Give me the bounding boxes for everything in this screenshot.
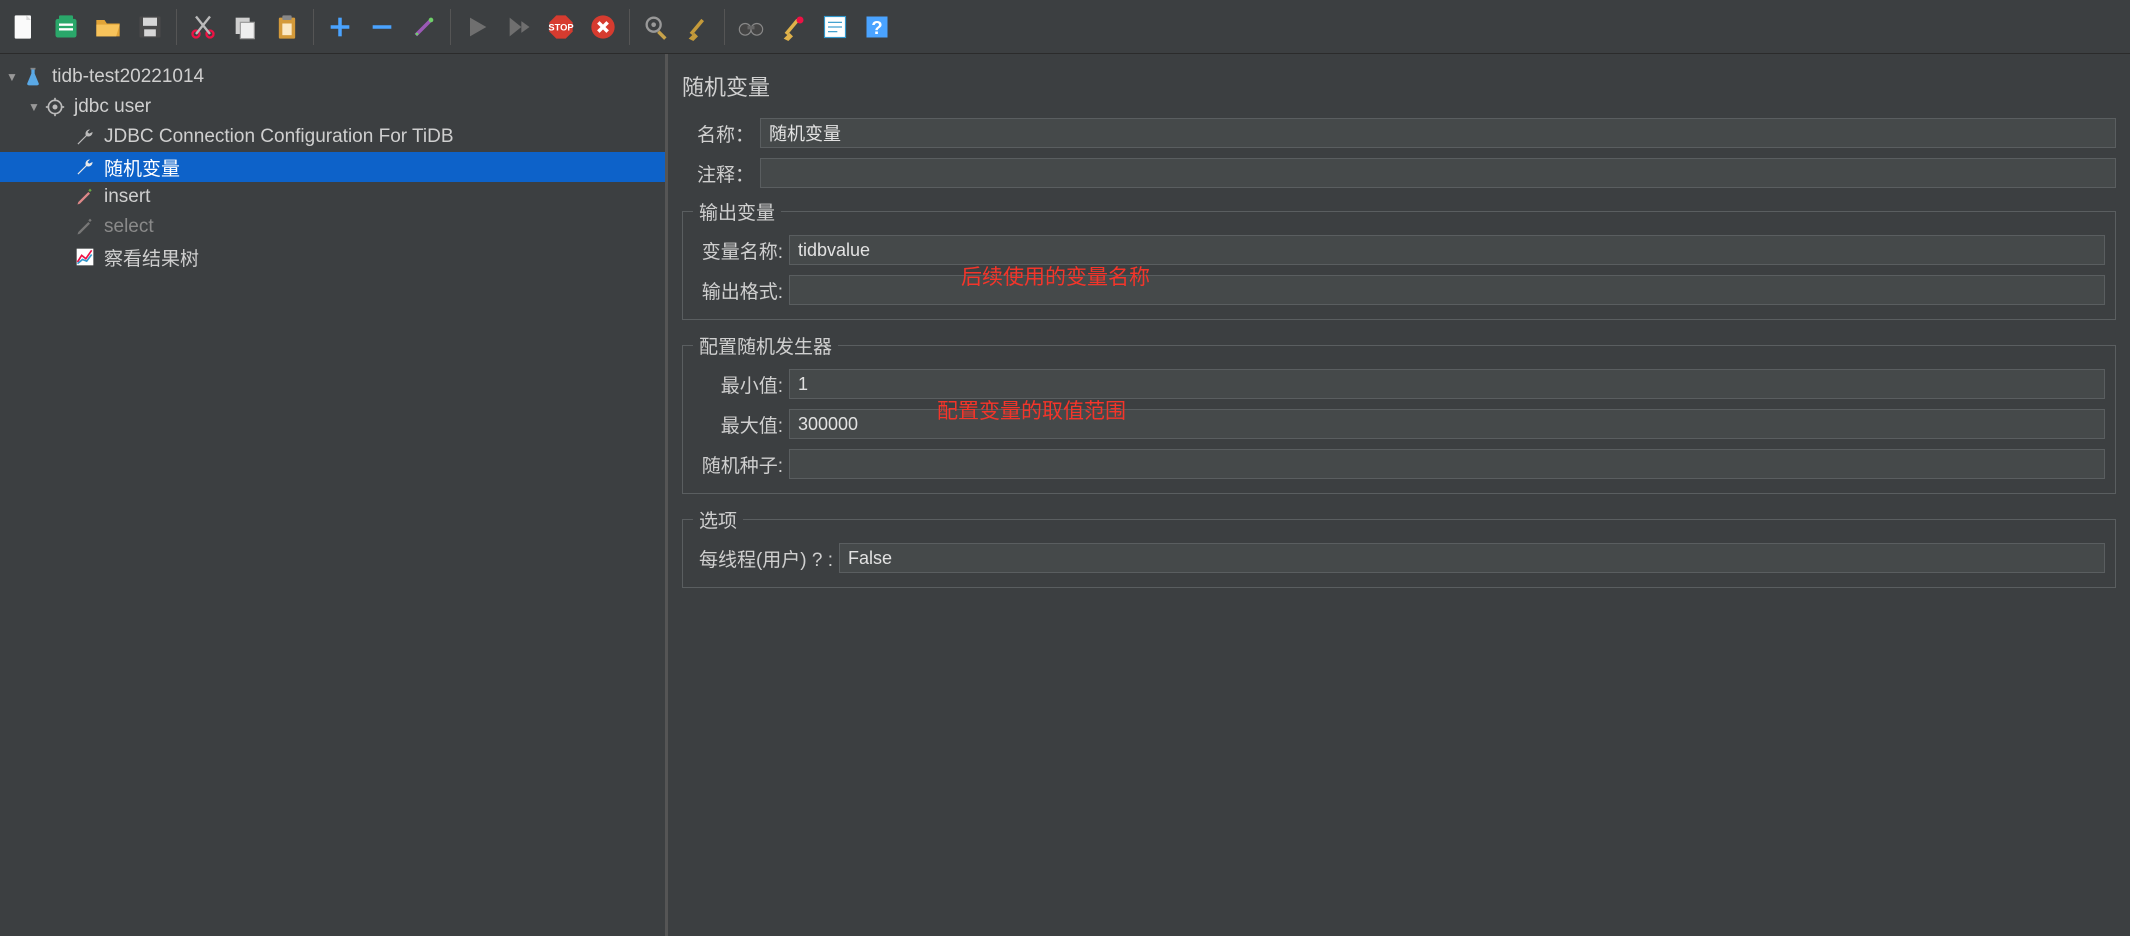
min-field[interactable] bbox=[789, 369, 2105, 399]
comment-label: 注释： bbox=[682, 160, 754, 187]
save-icon[interactable] bbox=[130, 7, 170, 47]
tree-item-label: JDBC Connection Configuration For TiDB bbox=[104, 126, 454, 148]
gear-icon bbox=[44, 96, 66, 118]
tree-item-result-tree[interactable]: 察看结果树 bbox=[0, 242, 665, 272]
tree-thread-group[interactable]: ▼ jdbc user bbox=[0, 92, 665, 122]
workspace: ▼ tidb-test20221014 ▼ jdbc user JDBC Con… bbox=[0, 54, 2130, 936]
expand-icon[interactable]: ▼ bbox=[4, 69, 20, 85]
cut-icon[interactable] bbox=[183, 7, 223, 47]
toolbar-separator bbox=[629, 9, 630, 45]
var-name-field[interactable] bbox=[789, 235, 2105, 265]
tree-root[interactable]: ▼ tidb-test20221014 bbox=[0, 62, 665, 92]
name-field[interactable] bbox=[760, 118, 2116, 148]
tree-item-random-variable[interactable]: 随机变量 bbox=[0, 152, 665, 182]
close-icon[interactable] bbox=[583, 7, 623, 47]
broom-icon[interactable] bbox=[678, 7, 718, 47]
stop-icon[interactable]: STOP bbox=[541, 7, 581, 47]
flask-icon bbox=[22, 66, 44, 88]
copy-icon[interactable] bbox=[225, 7, 265, 47]
file-new-icon[interactable] bbox=[4, 7, 44, 47]
tree-item-label: insert bbox=[104, 186, 150, 208]
tree-item-label: 随机变量 bbox=[104, 154, 180, 181]
comment-field[interactable] bbox=[760, 158, 2116, 188]
toolbar-separator bbox=[724, 9, 725, 45]
min-label: 最小值: bbox=[693, 371, 783, 398]
wand-icon[interactable] bbox=[404, 7, 444, 47]
tree-item-label: 察看结果树 bbox=[104, 244, 199, 271]
panel-title: 随机变量 bbox=[682, 70, 2116, 102]
var-name-label: 变量名称: bbox=[693, 237, 783, 264]
help-icon[interactable]: ? bbox=[857, 7, 897, 47]
templates-icon[interactable] bbox=[46, 7, 86, 47]
seed-field[interactable] bbox=[789, 449, 2105, 479]
wrench-icon bbox=[74, 156, 96, 178]
toolbar-separator bbox=[450, 9, 451, 45]
folder-open-icon[interactable] bbox=[88, 7, 128, 47]
svg-text:STOP: STOP bbox=[548, 22, 573, 32]
paste-icon[interactable] bbox=[267, 7, 307, 47]
toggle-log-icon[interactable] bbox=[815, 7, 855, 47]
wrench-icon bbox=[74, 126, 96, 148]
tree-item-label: select bbox=[104, 216, 154, 238]
svg-text:?: ? bbox=[871, 17, 882, 38]
expand-icon[interactable]: ▼ bbox=[26, 99, 42, 115]
max-label: 最大值: bbox=[693, 411, 783, 438]
test-plan-tree: ▼ tidb-test20221014 ▼ jdbc user JDBC Con… bbox=[0, 54, 668, 936]
play-icon[interactable] bbox=[457, 7, 497, 47]
tree-thread-group-label: jdbc user bbox=[74, 96, 151, 118]
chart-icon bbox=[74, 246, 96, 268]
output-legend: 输出变量 bbox=[693, 198, 781, 225]
output-variable-group: 输出变量 后续使用的变量名称 变量名称: 输出格式: bbox=[682, 198, 2116, 320]
toolbar-separator bbox=[176, 9, 177, 45]
options-legend: 选项 bbox=[693, 506, 743, 533]
out-fmt-field[interactable] bbox=[789, 275, 2105, 305]
tree-root-label: tidb-test20221014 bbox=[52, 66, 204, 88]
binoculars-icon[interactable] bbox=[731, 7, 771, 47]
per-thread-field[interactable] bbox=[839, 543, 2105, 573]
tree-item-select[interactable]: select bbox=[0, 212, 665, 242]
name-label: 名称： bbox=[682, 120, 754, 147]
tree-item-jdbc-config[interactable]: JDBC Connection Configuration For TiDB bbox=[0, 122, 665, 152]
max-field[interactable] bbox=[789, 409, 2105, 439]
random-legend: 配置随机发生器 bbox=[693, 332, 838, 359]
toolbar-separator bbox=[313, 9, 314, 45]
pencil-icon bbox=[74, 186, 96, 208]
random-generator-group: 配置随机发生器 配置变量的取值范围 最小值: 最大值: 随机种子: bbox=[682, 332, 2116, 494]
play-next-icon[interactable] bbox=[499, 7, 539, 47]
options-group: 选项 每线程(用户) ? : bbox=[682, 506, 2116, 588]
pencil-icon bbox=[74, 216, 96, 238]
clear-results-icon[interactable] bbox=[773, 7, 813, 47]
out-fmt-label: 输出格式: bbox=[693, 277, 783, 304]
tree-item-insert[interactable]: insert bbox=[0, 182, 665, 212]
gear-sweep-icon[interactable] bbox=[636, 7, 676, 47]
add-icon[interactable] bbox=[320, 7, 360, 47]
remove-icon[interactable] bbox=[362, 7, 402, 47]
main-toolbar: STOP ? bbox=[0, 0, 2130, 54]
per-thread-label: 每线程(用户) ? : bbox=[693, 545, 833, 572]
seed-label: 随机种子: bbox=[693, 451, 783, 478]
config-panel: 随机变量 名称： 注释： 输出变量 后续使用的变量名称 变量名称: 输出格式: … bbox=[668, 54, 2130, 936]
